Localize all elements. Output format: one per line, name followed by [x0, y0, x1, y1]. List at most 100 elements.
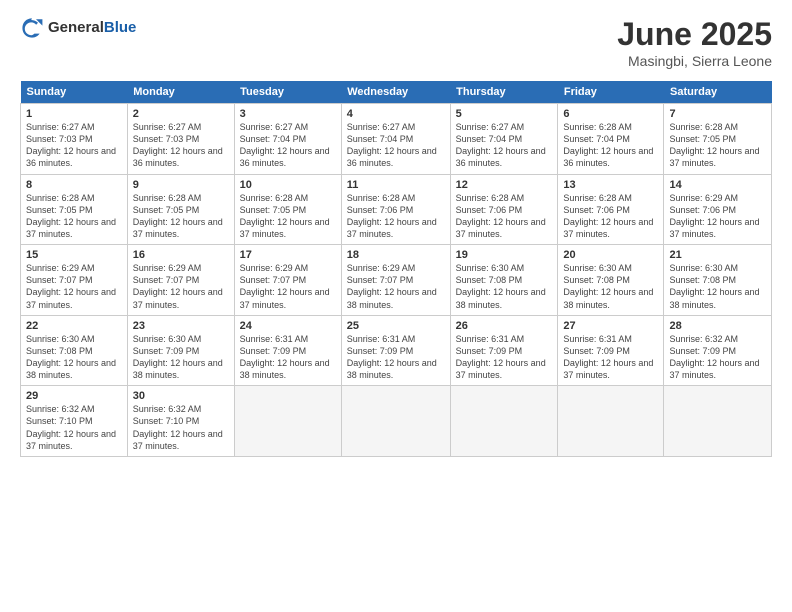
day-number: 19 — [456, 249, 553, 261]
logo-icon — [20, 16, 44, 40]
day-number: 4 — [347, 108, 445, 120]
cell-info: Sunrise: 6:29 AMSunset: 7:07 PMDaylight:… — [240, 263, 330, 309]
cell-info: Sunrise: 6:30 AMSunset: 7:08 PMDaylight:… — [456, 263, 546, 309]
calendar-title: June 2025 — [617, 16, 772, 53]
table-row: 6 Sunrise: 6:28 AMSunset: 7:04 PMDayligh… — [558, 104, 664, 175]
cell-info: Sunrise: 6:27 AMSunset: 7:03 PMDaylight:… — [26, 122, 116, 168]
logo-blue: Blue — [104, 19, 137, 36]
cell-info: Sunrise: 6:29 AMSunset: 7:07 PMDaylight:… — [347, 263, 437, 309]
title-block: June 2025 Masingbi, Sierra Leone — [617, 16, 772, 69]
day-number: 18 — [347, 249, 445, 261]
cell-info: Sunrise: 6:29 AMSunset: 7:07 PMDaylight:… — [133, 263, 223, 309]
week-row: 8 Sunrise: 6:28 AMSunset: 7:05 PMDayligh… — [21, 174, 772, 245]
table-row: 9 Sunrise: 6:28 AMSunset: 7:05 PMDayligh… — [127, 174, 234, 245]
table-row: 30 Sunrise: 6:32 AMSunset: 7:10 PMDaylig… — [127, 386, 234, 457]
table-row: 26 Sunrise: 6:31 AMSunset: 7:09 PMDaylig… — [450, 315, 558, 386]
day-number: 27 — [563, 320, 658, 332]
table-row: 19 Sunrise: 6:30 AMSunset: 7:08 PMDaylig… — [450, 245, 558, 316]
table-row: 15 Sunrise: 6:29 AMSunset: 7:07 PMDaylig… — [21, 245, 128, 316]
cell-info: Sunrise: 6:27 AMSunset: 7:03 PMDaylight:… — [133, 122, 223, 168]
table-row: 29 Sunrise: 6:32 AMSunset: 7:10 PMDaylig… — [21, 386, 128, 457]
table-row: 11 Sunrise: 6:28 AMSunset: 7:06 PMDaylig… — [341, 174, 450, 245]
cell-info: Sunrise: 6:27 AMSunset: 7:04 PMDaylight:… — [347, 122, 437, 168]
cell-info: Sunrise: 6:28 AMSunset: 7:06 PMDaylight:… — [347, 193, 437, 239]
day-number: 13 — [563, 179, 658, 191]
cell-info: Sunrise: 6:30 AMSunset: 7:09 PMDaylight:… — [133, 334, 223, 380]
header-row: Sunday Monday Tuesday Wednesday Thursday… — [21, 81, 772, 104]
day-number: 30 — [133, 390, 229, 402]
table-row: 2 Sunrise: 6:27 AMSunset: 7:03 PMDayligh… — [127, 104, 234, 175]
table-row: 8 Sunrise: 6:28 AMSunset: 7:05 PMDayligh… — [21, 174, 128, 245]
cell-info: Sunrise: 6:28 AMSunset: 7:06 PMDaylight:… — [563, 193, 653, 239]
table-row: 1 Sunrise: 6:27 AMSunset: 7:03 PMDayligh… — [21, 104, 128, 175]
cell-info: Sunrise: 6:32 AMSunset: 7:10 PMDaylight:… — [133, 404, 223, 450]
calendar-page: GeneralBlue June 2025 Masingbi, Sierra L… — [0, 0, 792, 612]
cell-info: Sunrise: 6:28 AMSunset: 7:05 PMDaylight:… — [26, 193, 116, 239]
day-number: 20 — [563, 249, 658, 261]
table-row: 27 Sunrise: 6:31 AMSunset: 7:09 PMDaylig… — [558, 315, 664, 386]
cell-info: Sunrise: 6:27 AMSunset: 7:04 PMDaylight:… — [240, 122, 330, 168]
cell-info: Sunrise: 6:29 AMSunset: 7:07 PMDaylight:… — [26, 263, 116, 309]
day-number: 11 — [347, 179, 445, 191]
day-number: 16 — [133, 249, 229, 261]
day-number: 29 — [26, 390, 122, 402]
cell-info: Sunrise: 6:28 AMSunset: 7:05 PMDaylight:… — [133, 193, 223, 239]
table-row: 20 Sunrise: 6:30 AMSunset: 7:08 PMDaylig… — [558, 245, 664, 316]
logo: GeneralBlue — [20, 16, 136, 40]
cell-info: Sunrise: 6:32 AMSunset: 7:09 PMDaylight:… — [669, 334, 759, 380]
header-friday: Friday — [558, 81, 664, 104]
day-number: 25 — [347, 320, 445, 332]
cell-info: Sunrise: 6:28 AMSunset: 7:04 PMDaylight:… — [563, 122, 653, 168]
table-row: 22 Sunrise: 6:30 AMSunset: 7:08 PMDaylig… — [21, 315, 128, 386]
table-row: 16 Sunrise: 6:29 AMSunset: 7:07 PMDaylig… — [127, 245, 234, 316]
table-row: 17 Sunrise: 6:29 AMSunset: 7:07 PMDaylig… — [234, 245, 341, 316]
table-row: 28 Sunrise: 6:32 AMSunset: 7:09 PMDaylig… — [664, 315, 772, 386]
day-number: 3 — [240, 108, 336, 120]
header-monday: Monday — [127, 81, 234, 104]
cell-info: Sunrise: 6:31 AMSunset: 7:09 PMDaylight:… — [563, 334, 653, 380]
table-row: 7 Sunrise: 6:28 AMSunset: 7:05 PMDayligh… — [664, 104, 772, 175]
week-row: 22 Sunrise: 6:30 AMSunset: 7:08 PMDaylig… — [21, 315, 772, 386]
day-number: 28 — [669, 320, 766, 332]
day-number: 23 — [133, 320, 229, 332]
table-row: 12 Sunrise: 6:28 AMSunset: 7:06 PMDaylig… — [450, 174, 558, 245]
day-number: 10 — [240, 179, 336, 191]
table-row: 25 Sunrise: 6:31 AMSunset: 7:09 PMDaylig… — [341, 315, 450, 386]
day-number: 5 — [456, 108, 553, 120]
table-row — [450, 386, 558, 457]
day-number: 24 — [240, 320, 336, 332]
table-row — [234, 386, 341, 457]
cell-info: Sunrise: 6:28 AMSunset: 7:06 PMDaylight:… — [456, 193, 546, 239]
table-row: 24 Sunrise: 6:31 AMSunset: 7:09 PMDaylig… — [234, 315, 341, 386]
cell-info: Sunrise: 6:30 AMSunset: 7:08 PMDaylight:… — [26, 334, 116, 380]
cell-info: Sunrise: 6:32 AMSunset: 7:10 PMDaylight:… — [26, 404, 116, 450]
cell-info: Sunrise: 6:28 AMSunset: 7:05 PMDaylight:… — [669, 122, 759, 168]
table-row: 5 Sunrise: 6:27 AMSunset: 7:04 PMDayligh… — [450, 104, 558, 175]
day-number: 15 — [26, 249, 122, 261]
table-row: 14 Sunrise: 6:29 AMSunset: 7:06 PMDaylig… — [664, 174, 772, 245]
cell-info: Sunrise: 6:30 AMSunset: 7:08 PMDaylight:… — [563, 263, 653, 309]
header-sunday: Sunday — [21, 81, 128, 104]
table-row: 13 Sunrise: 6:28 AMSunset: 7:06 PMDaylig… — [558, 174, 664, 245]
cell-info: Sunrise: 6:27 AMSunset: 7:04 PMDaylight:… — [456, 122, 546, 168]
table-row: 23 Sunrise: 6:30 AMSunset: 7:09 PMDaylig… — [127, 315, 234, 386]
logo-general: General — [48, 19, 104, 36]
cell-info: Sunrise: 6:31 AMSunset: 7:09 PMDaylight:… — [240, 334, 330, 380]
day-number: 1 — [26, 108, 122, 120]
week-row: 1 Sunrise: 6:27 AMSunset: 7:03 PMDayligh… — [21, 104, 772, 175]
day-number: 21 — [669, 249, 766, 261]
day-number: 14 — [669, 179, 766, 191]
table-row — [664, 386, 772, 457]
cell-info: Sunrise: 6:31 AMSunset: 7:09 PMDaylight:… — [347, 334, 437, 380]
day-number: 9 — [133, 179, 229, 191]
table-row: 3 Sunrise: 6:27 AMSunset: 7:04 PMDayligh… — [234, 104, 341, 175]
day-number: 26 — [456, 320, 553, 332]
calendar-table: Sunday Monday Tuesday Wednesday Thursday… — [20, 81, 772, 457]
day-number: 12 — [456, 179, 553, 191]
table-row: 10 Sunrise: 6:28 AMSunset: 7:05 PMDaylig… — [234, 174, 341, 245]
calendar-subtitle: Masingbi, Sierra Leone — [617, 53, 772, 69]
day-number: 7 — [669, 108, 766, 120]
header-tuesday: Tuesday — [234, 81, 341, 104]
day-number: 22 — [26, 320, 122, 332]
header: GeneralBlue June 2025 Masingbi, Sierra L… — [20, 16, 772, 69]
